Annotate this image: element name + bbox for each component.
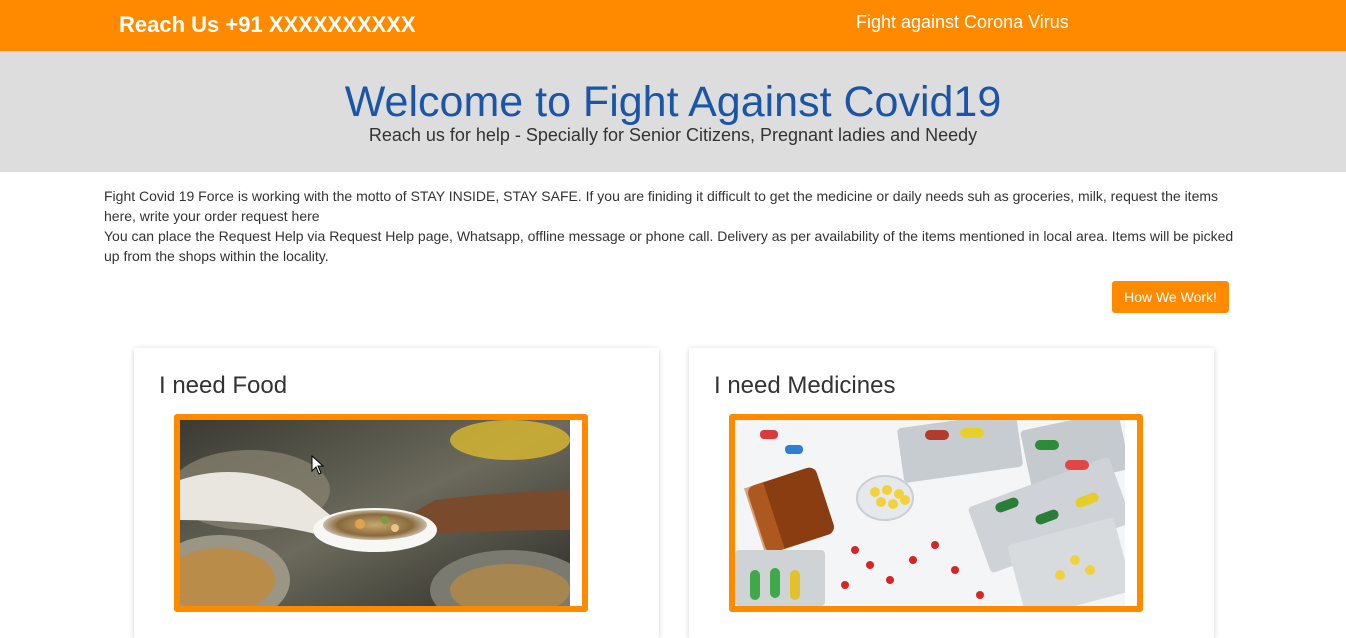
how-we-work-button[interactable]: How We Work! (1112, 281, 1229, 313)
medicines-image[interactable] (729, 414, 1143, 612)
food-card[interactable]: I need Food (134, 348, 659, 638)
tagline: Fight against Corona Virus (856, 12, 1069, 32)
page-subtitle: Reach us for help - Specially for Senior… (368, 125, 978, 145)
intro-paragraph-2: You can place the Request Help via Reque… (104, 228, 1234, 264)
top-bar: Reach Us +91 XXXXXXXXXX Fight against Co… (0, 0, 1346, 51)
reach-us-phone[interactable]: Reach Us +91 XXXXXXXXXX (119, 12, 416, 38)
mouse-pointer-icon (311, 455, 325, 475)
intro-paragraph-1: Fight Covid 19 Force is working with the… (104, 188, 1219, 224)
page-title: Welcome to Fight Against Covid19 (344, 78, 1002, 126)
hero-banner: Welcome to Fight Against Covid19 Reach u… (0, 51, 1346, 172)
food-card-title: I need Food (159, 372, 288, 399)
intro-text: Fight Covid 19 Force is working with the… (104, 186, 1239, 266)
food-photo-illustration (180, 420, 570, 606)
medicines-card[interactable]: I need Medicines (689, 348, 1214, 638)
medicines-card-title: I need Medicines (714, 372, 896, 399)
food-image[interactable] (174, 414, 588, 612)
medicines-photo-illustration (735, 420, 1125, 606)
